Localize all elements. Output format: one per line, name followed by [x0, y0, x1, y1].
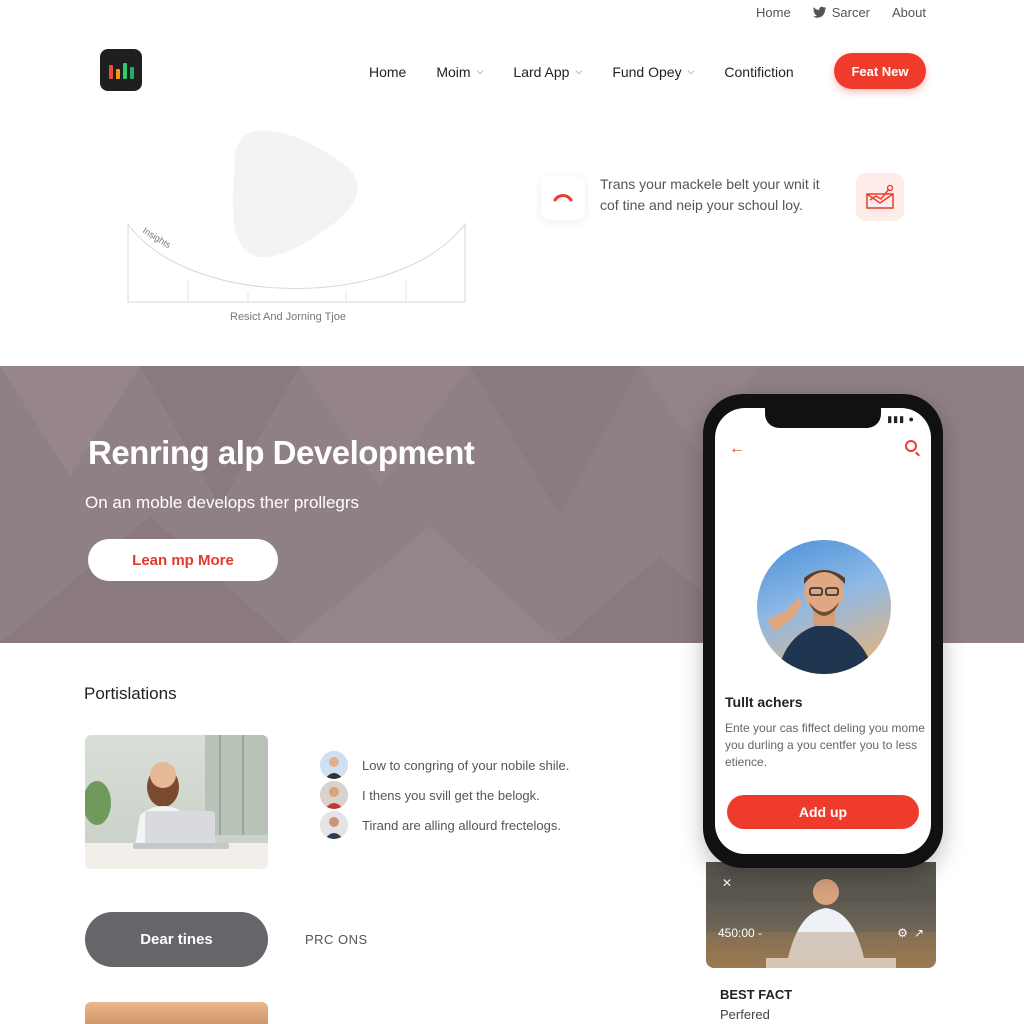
feature-text: Trans your mackele belt your wnit it cof… — [600, 176, 820, 213]
card-actions: ⚙ ↗ — [897, 926, 924, 940]
bird-icon — [812, 6, 826, 18]
banner-title: Renring alp Development — [88, 434, 475, 471]
util-home-link[interactable]: Home — [756, 5, 791, 20]
nav-item-home[interactable]: Home — [369, 64, 406, 80]
nav-item-moim[interactable]: Moim ⌵ — [436, 64, 483, 80]
nav-item-label: Lard App — [513, 64, 570, 80]
hero-graphic-label: Insights — [141, 225, 173, 250]
best-fact-subtitle: Perfered — [720, 1007, 770, 1022]
logo-bar-icon — [122, 63, 127, 79]
chevron-down-icon: ⌵ — [575, 65, 583, 76]
testimonial-list: Low to congring of your nobile shile. I … — [320, 750, 569, 840]
phone-screen: ▮▮▮ ● ← Tullt achers Ente your cas fiffe… — [715, 408, 931, 854]
nav-item-label: Moim — [436, 64, 471, 80]
util-search-label: Sarcer — [831, 4, 871, 20]
logo-bar-icon — [129, 67, 134, 79]
back-arrow-icon[interactable]: ← — [729, 440, 745, 458]
video-card[interactable]: ✕ 450:00 - ⚙ ↗ — [706, 862, 936, 968]
phone-card-title: Tullt achers — [725, 694, 803, 710]
feat-new-button[interactable]: Feat New — [834, 53, 926, 89]
profile-photo — [757, 540, 891, 674]
nav-item-label: Contifiction — [724, 64, 794, 80]
section-title: Portislations — [84, 684, 177, 703]
settings-icon[interactable]: ⚙ — [897, 926, 908, 940]
avatar — [320, 781, 348, 809]
list-item-text: I thens you svill get the belogk. — [362, 787, 540, 803]
logo-bar-icon — [108, 65, 113, 79]
best-fact-title: BEST FACT — [720, 987, 793, 1002]
video-time: 450:00 - — [718, 926, 763, 940]
logo-bar-icon — [115, 69, 120, 79]
list-item: I thens you svill get the belogk. — [320, 780, 569, 810]
hero-graphic-svg: Insights — [127, 130, 466, 303]
hero-caption: Resict And Jorning Tjoe — [230, 311, 346, 323]
share-icon[interactable]: ↗ — [914, 926, 924, 940]
main-nav: Home Moim ⌵ Lard App ⌵ Fund Opey ⌵ Conti… — [369, 54, 794, 90]
dear-tines-button[interactable]: Dear tines — [85, 912, 268, 967]
nav-item-fund-opey[interactable]: Fund Opey ⌵ — [612, 64, 694, 80]
util-about-link[interactable]: About — [892, 5, 926, 20]
page: Home Sarcer About Home Moim ⌵ Lard App ⌵… — [0, 0, 1024, 1024]
chevron-down-icon: ⌵ — [687, 65, 695, 76]
chart-mail-icon — [856, 173, 904, 221]
man-writing-image — [706, 862, 936, 968]
nav-item-label: Fund Opey — [612, 64, 682, 80]
phone-mockup: ▮▮▮ ● ← Tullt achers Ente your cas fiffe… — [703, 394, 943, 868]
banner-subtitle: On an moble develops ther prollegrs — [85, 493, 360, 512]
list-item: Low to congring of your nobile shile. — [320, 750, 569, 780]
phone-card-text: Ente your cas fiffect deling you mome yo… — [725, 721, 925, 769]
list-item-text: Low to congring of your nobile shile. — [362, 757, 570, 773]
avatar — [320, 811, 348, 839]
close-icon[interactable]: ✕ — [722, 876, 732, 890]
avatar — [320, 751, 348, 779]
logo[interactable] — [100, 49, 142, 91]
list-item-text: Tirand are alling allourd frectelogs. — [362, 817, 561, 833]
chevron-down-icon: ⌵ — [476, 65, 484, 76]
learn-more-button[interactable]: Lean mp More — [88, 539, 278, 581]
hero-illustration: Insights — [120, 120, 480, 340]
add-up-button[interactable]: Add up — [727, 795, 919, 829]
utility-nav: Home Sarcer About — [756, 0, 1024, 24]
search-icon[interactable] — [905, 440, 917, 452]
bottom-thumbnail-image — [85, 1002, 268, 1024]
prc-ons-link[interactable]: PRC ONS — [305, 932, 368, 947]
nav-item-label: Home — [369, 64, 407, 80]
status-bar-icons: ▮▮▮ ● — [887, 414, 915, 424]
nav-item-lard-app[interactable]: Lard App ⌵ — [513, 64, 582, 80]
woman-laptop-image — [85, 735, 268, 869]
phone-icon — [541, 176, 585, 220]
nav-item-contifiction[interactable]: Contifiction — [724, 64, 793, 80]
list-item: Tirand are alling allourd frectelogs. — [320, 810, 569, 840]
util-search-link[interactable]: Sarcer — [812, 4, 871, 20]
phone-notch — [765, 408, 881, 428]
